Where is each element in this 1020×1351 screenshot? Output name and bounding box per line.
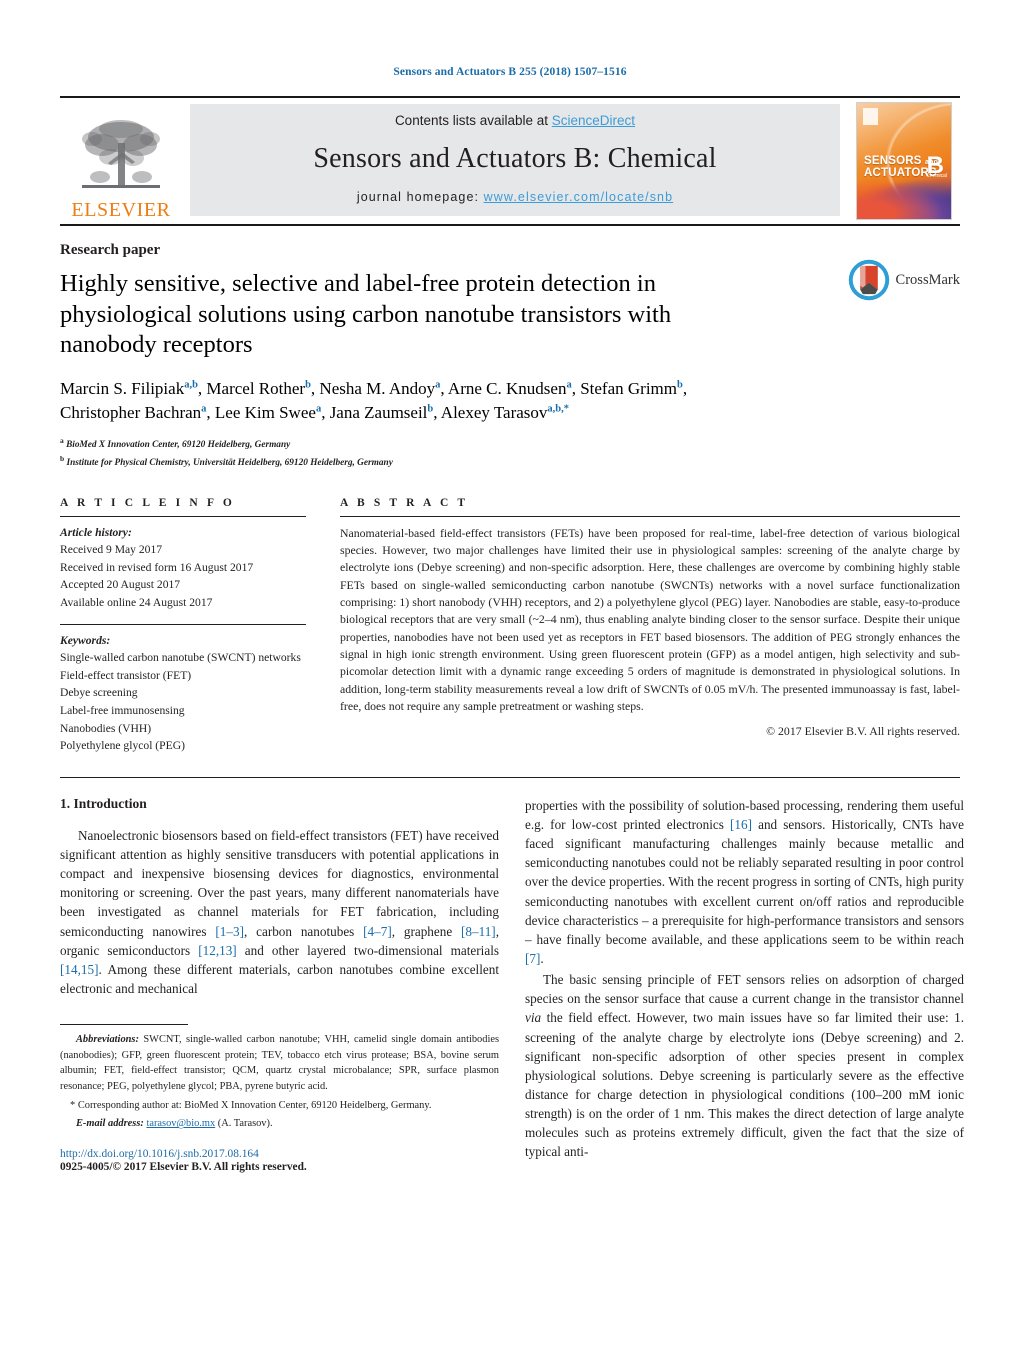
affiliation-b: b Institute for Physical Chemistry, Univ… bbox=[60, 453, 960, 471]
article-info-heading: A R T I C L E I N F O bbox=[60, 496, 235, 509]
paper-page: Sensors and Actuators B 255 (2018) 1507–… bbox=[0, 0, 1020, 1351]
email-link[interactable]: tarasov@bio.mx bbox=[146, 1118, 215, 1129]
keyword-1: Field-effect transistor (FET) bbox=[60, 668, 192, 682]
section-heading-introduction: 1. Introduction bbox=[60, 795, 147, 811]
journal-homepage-link[interactable]: www.elsevier.com/locate/snb bbox=[484, 190, 674, 204]
article-info-column: A R T I C L E I N F O Article history: R… bbox=[60, 497, 306, 755]
keyword-0: Single-walled carbon nanotube (SWCNT) ne… bbox=[60, 651, 301, 665]
abstract-rule bbox=[340, 515, 960, 517]
corresponding-mark: * bbox=[70, 1099, 76, 1111]
contents-list-line: Contents lists available at ScienceDirec… bbox=[395, 113, 635, 128]
article-history-block: Article history: Received 9 May 2017 Rec… bbox=[60, 524, 306, 612]
affiliation-list: a BioMed X Innovation Center, 69120 Heid… bbox=[60, 435, 960, 471]
journal-homepage-line: journal homepage: www.elsevier.com/locat… bbox=[357, 190, 673, 204]
keyword-5: Polyethylene glycol (PEG) bbox=[60, 739, 185, 753]
info-abstract-row: A R T I C L E I N F O Article history: R… bbox=[60, 497, 960, 755]
cover-elsevier-mark-icon bbox=[863, 108, 878, 125]
elsevier-wordmark: ELSEVIER bbox=[71, 199, 171, 221]
doi-link-wrap[interactable]: http://dx.doi.org/10.1016/j.snb.2017.08.… bbox=[60, 1148, 499, 1160]
doi-link[interactable]: http://dx.doi.org/10.1016/j.snb.2017.08.… bbox=[60, 1148, 259, 1160]
elsevier-logo: ELSEVIER bbox=[60, 98, 182, 224]
history-item-2: Accepted 20 August 2017 bbox=[60, 578, 181, 592]
article-info-rule bbox=[60, 515, 306, 517]
contents-prefix: Contents lists available at bbox=[394, 113, 552, 128]
crossmark-label: CrossMark bbox=[895, 271, 960, 288]
abstract-column: A B S T R A C T Nanomaterial-based field… bbox=[340, 497, 960, 755]
footnote-rule bbox=[60, 1024, 188, 1026]
keywords-label: Keywords: bbox=[60, 633, 111, 647]
elsevier-tree-icon bbox=[82, 120, 160, 188]
history-item-0: Received 9 May 2017 bbox=[60, 543, 163, 557]
body-column-right: properties with the possibility of solut… bbox=[525, 796, 964, 1173]
paragraph-2: properties with the possibility of solut… bbox=[525, 797, 964, 967]
cover-letter-sub: Chemical bbox=[926, 172, 947, 179]
corresponding-text: Corresponding author at: BioMed X Innova… bbox=[77, 1099, 432, 1111]
issn-copyright-line: 0925-4005/© 2017 Elsevier B.V. All right… bbox=[60, 1160, 307, 1173]
paragraph-1: Nanoelectronic biosensors based on field… bbox=[60, 827, 499, 997]
crossmark-icon bbox=[848, 259, 889, 301]
cover-art: SENSORS and ACTUATORS B Chemical bbox=[856, 102, 952, 220]
affiliation-mark-a: a bbox=[60, 435, 64, 445]
article-type: Research paper bbox=[60, 242, 161, 258]
footnote-email: E-mail address: tarasov@bio.mx (A. Taras… bbox=[60, 1116, 499, 1132]
sciencedirect-link[interactable]: ScienceDirect bbox=[552, 113, 635, 128]
keywords-rule bbox=[60, 623, 306, 625]
author-list: Marcin S. Filipiaka,b, Marcel Rotherb, N… bbox=[60, 379, 688, 423]
history-item-3: Available online 24 August 2017 bbox=[60, 596, 213, 610]
footnote-abbreviations: Abbreviations: SWCNT, single-walled carb… bbox=[60, 1032, 499, 1094]
affiliation-mark-b: b bbox=[60, 453, 65, 463]
masthead-band: Contents lists available at ScienceDirec… bbox=[190, 104, 840, 216]
keyword-2: Debye screening bbox=[60, 686, 138, 700]
keyword-3: Label-free immunosensing bbox=[60, 704, 185, 718]
abstract-text: Nanomaterial-based field-effect transist… bbox=[340, 525, 960, 713]
keyword-4: Nanobodies (VHH) bbox=[60, 721, 152, 735]
page-title: Highly sensitive, selective and label-fr… bbox=[60, 270, 672, 359]
crossmark-badge[interactable]: CrossMark bbox=[847, 258, 960, 302]
paragraph-3: The basic sensing principle of FET senso… bbox=[525, 972, 964, 1160]
article-header: Research paper Highly sensitive, selecti… bbox=[60, 242, 960, 471]
affiliation-a-text: BioMed X Innovation Center, 69120 Heidel… bbox=[66, 439, 291, 450]
abstract-copyright: © 2017 Elsevier B.V. All rights reserved… bbox=[766, 724, 960, 739]
running-head: Sensors and Actuators B 255 (2018) 1507–… bbox=[393, 66, 627, 78]
email-label: E-mail address: bbox=[76, 1118, 144, 1130]
abbreviations-label: Abbreviations: bbox=[76, 1034, 139, 1046]
journal-cover-thumbnail: SENSORS and ACTUATORS B Chemical bbox=[848, 98, 960, 224]
footnote-corresponding-author: * Corresponding author at: BioMed X Inno… bbox=[60, 1098, 499, 1114]
keywords-block: Keywords: Single-walled carbon nanotube … bbox=[60, 632, 306, 755]
email-owner: (A. Tarasov). bbox=[217, 1118, 273, 1130]
homepage-prefix: journal homepage: bbox=[356, 190, 484, 204]
cover-line1: SENSORS bbox=[864, 155, 922, 168]
journal-title: Sensors and Actuators B: Chemical bbox=[313, 143, 717, 174]
affiliation-a: a BioMed X Innovation Center, 69120 Heid… bbox=[60, 435, 960, 453]
two-column-layout: 1. Introduction Nanoelectronic biosensor… bbox=[60, 796, 964, 1173]
body-region: 1. Introduction Nanoelectronic biosensor… bbox=[60, 776, 964, 1173]
article-history-label: Article history: bbox=[60, 525, 132, 539]
affiliation-b-text: Institute for Physical Chemistry, Univer… bbox=[66, 457, 393, 468]
history-item-1: Received in revised form 16 August 2017 bbox=[60, 560, 254, 574]
abstract-heading: A B S T R A C T bbox=[340, 496, 469, 509]
body-column-left: 1. Introduction Nanoelectronic biosensor… bbox=[60, 796, 499, 1173]
journal-masthead: ELSEVIER Contents lists available at Sci… bbox=[60, 96, 960, 226]
